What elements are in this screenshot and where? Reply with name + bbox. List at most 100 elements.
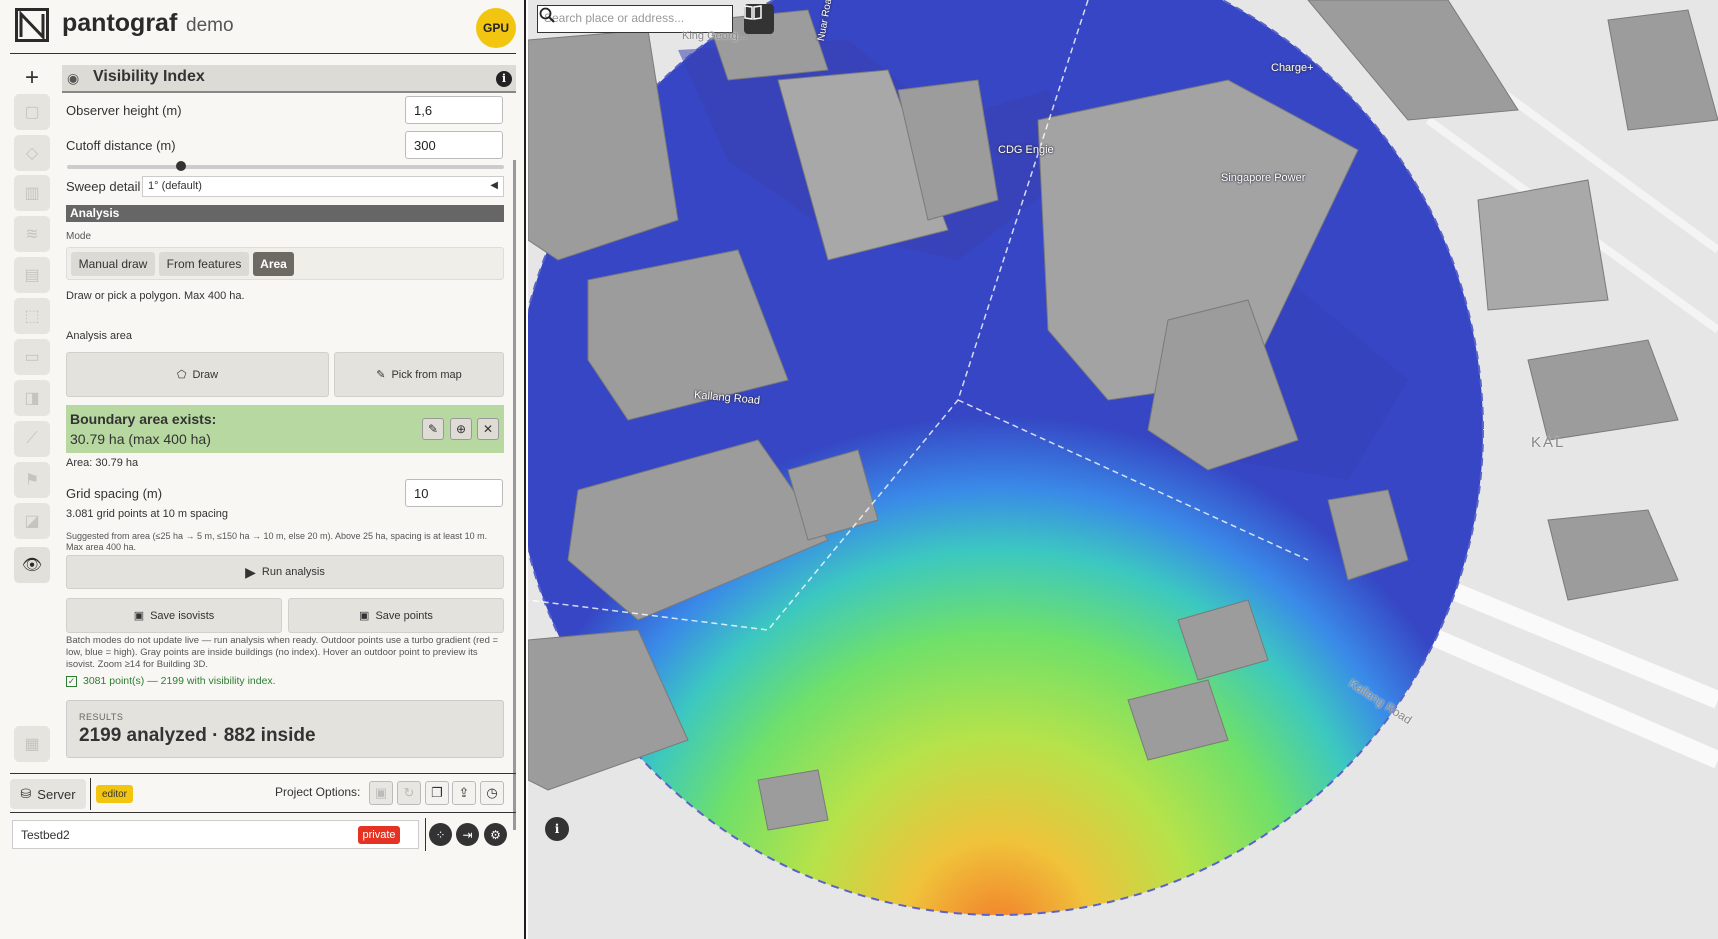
terrain-icon[interactable]: ◪ [14, 503, 50, 539]
footer-vertical-divider [90, 778, 91, 810]
refresh-icon[interactable]: ↻ [397, 781, 421, 805]
gpu-badge[interactable]: GPU [476, 8, 516, 48]
visibility-eye-icon[interactable]: 👁 [14, 547, 50, 583]
draw-polygon-icon: ⬠ [176, 369, 187, 381]
status-line: ✓ 3081 point(s) — 2199 with visibility in… [66, 675, 276, 687]
project-name-field[interactable]: Testbed2 private [12, 820, 419, 849]
editor-badge: editor [96, 785, 133, 803]
map-label-king-george: King Georg... [682, 30, 747, 42]
project-options-label: Project Options: [275, 785, 361, 799]
camera-icon[interactable]: ◨ [14, 380, 50, 416]
server-button[interactable]: ⛁ Server [10, 779, 86, 809]
section-header[interactable]: ◉ Visibility Index i [62, 65, 516, 93]
save-isovists-button[interactable]: ▣ Save isovists [66, 598, 282, 633]
observer-height-input[interactable]: 1,6 [405, 96, 503, 124]
grid-spacing-input[interactable]: 10 [405, 479, 503, 507]
cutoff-slider-track[interactable] [67, 165, 504, 169]
eyedropper-icon: ✎ [376, 369, 386, 381]
bookmarks-book-icon[interactable] [744, 4, 774, 34]
flag-icon[interactable]: ⚑ [14, 462, 50, 498]
panel-scrollbar[interactable] [513, 160, 516, 830]
info-icon[interactable]: i [496, 71, 512, 87]
area-text: Area: 30.79 ha [66, 457, 139, 469]
mode-manual-draw-button[interactable]: Manual draw [71, 252, 155, 276]
results-label: RESULTS [79, 712, 124, 722]
add-icon[interactable]: + [14, 60, 50, 96]
save-points-button[interactable]: ▣ Save points [288, 598, 504, 633]
database-icon: ⛁ [20, 786, 32, 801]
settings-gear-icon[interactable]: ⚙ [484, 823, 507, 846]
app-subtitle: demo [186, 15, 234, 36]
locate-boundary-icon[interactable]: ⊕ [450, 418, 472, 440]
route-icon[interactable]: ⟋ [14, 421, 50, 457]
dashboard-icon[interactable]: ▦ [14, 726, 50, 762]
analysis-area-label: Analysis area [66, 330, 133, 342]
map-canvas[interactable] [528, 0, 1718, 939]
visibility-index-panel: ◉ Visibility Index i Observer height (m)… [62, 60, 516, 825]
project-name: Testbed2 [21, 828, 70, 842]
search-icon[interactable] [538, 6, 556, 24]
logout-icon[interactable]: ⇥ [456, 823, 479, 846]
pick-from-map-button[interactable]: ✎ Pick from map [334, 352, 504, 397]
observer-height-label: Observer height (m) [66, 103, 182, 118]
check-icon: ✓ [66, 676, 77, 687]
map-label-cdg-engie: CDG Engie [998, 144, 1054, 156]
document-icon[interactable]: ▤ [14, 257, 50, 293]
server-label: Server [37, 786, 76, 802]
pick-from-map-label: Pick from map [391, 368, 462, 381]
draw-button[interactable]: ⬠ Draw [66, 352, 329, 397]
cutoff-slider-thumb[interactable] [175, 161, 186, 171]
collaborators-icon[interactable]: ⁘ [429, 823, 452, 846]
layers-icon[interactable]: ≋ [14, 216, 50, 252]
eye-icon: ◉ [67, 70, 80, 86]
footer-divider-2 [10, 812, 516, 813]
mode-from-features-button[interactable]: From features [159, 252, 249, 276]
info-panel-icon[interactable]: ▢ [14, 94, 50, 130]
cutoff-distance-input[interactable]: 300 [405, 131, 503, 159]
map-label-charge-plus: Charge+ [1271, 62, 1314, 74]
chevron-left-icon: ◀ [490, 180, 498, 191]
run-analysis-button[interactable]: ▶ Run analysis [66, 555, 504, 589]
map-view[interactable]: King Georg... Nuar Road Charge+ CDG Engi… [528, 0, 1718, 939]
run-analysis-label: Run analysis [261, 566, 325, 578]
left-panel: pantograf demo GPU + ▢ ◇ ▥ ≋ ▤ ⬚ ▭ ◨ ⟋ ⚑… [0, 0, 526, 939]
sweep-detail-select[interactable]: 1° (default) ◀ [142, 176, 504, 197]
private-badge[interactable]: private [358, 826, 400, 844]
draw-button-label: Draw [192, 368, 219, 381]
pantograf-logo-icon[interactable] [15, 8, 49, 42]
mode-toggle-group: Manual draw From features Area [66, 247, 504, 280]
section-title: Visibility Index [93, 68, 205, 85]
tool-rail: + ▢ ◇ ▥ ≋ ▤ ⬚ ▭ ◨ ⟋ ⚑ ◪ 👁 ▦ [10, 60, 56, 825]
map-label-kal: KAL [1531, 434, 1566, 451]
boundary-title: Boundary area exists: [70, 411, 217, 427]
batch-note: Batch modes do not update live — run ana… [66, 635, 499, 670]
folder-icon[interactable]: ▭ [14, 339, 50, 375]
share-icon[interactable]: ⇪ [452, 781, 476, 805]
save-project-icon[interactable]: ▣ [369, 781, 393, 805]
history-icon[interactable]: ◷ [480, 781, 504, 805]
mode-area-button[interactable]: Area [253, 252, 294, 276]
search-input[interactable] [544, 11, 704, 25]
cutoff-distance-label: Cutoff distance (m) [66, 138, 176, 153]
edit-boundary-icon[interactable]: ✎ [422, 418, 444, 440]
header-divider [10, 53, 516, 54]
grid-info: 3.081 grid points at 10 m spacing [66, 508, 229, 520]
boundary-status-box: Boundary area exists: 30.79 ha (max 400 … [66, 405, 504, 453]
analysis-heading: Analysis [66, 205, 504, 222]
save-disk-icon: ▣ [133, 610, 145, 622]
map-attribution-info-icon[interactable]: i [545, 817, 569, 841]
copy-icon[interactable]: ❐ [425, 781, 449, 805]
map-icon[interactable]: ▥ [14, 175, 50, 211]
save-points-label: Save points [375, 609, 433, 622]
mode-hint: Draw or pick a polygon. Max 400 ha. [66, 290, 245, 302]
footer-divider [10, 773, 516, 774]
tag-icon[interactable]: ◇ [14, 135, 50, 171]
map-search-box[interactable] [537, 5, 733, 33]
play-icon: ▶ [245, 563, 256, 580]
map-label-singapore-power: Singapore Power [1221, 172, 1306, 184]
save-disk-icon: ▣ [359, 610, 370, 622]
footer-vertical-divider-2 [425, 818, 426, 851]
remove-boundary-icon[interactable]: ✕ [477, 418, 499, 440]
app-header: pantograf demo GPU [0, 0, 526, 52]
select-icon[interactable]: ⬚ [14, 298, 50, 334]
